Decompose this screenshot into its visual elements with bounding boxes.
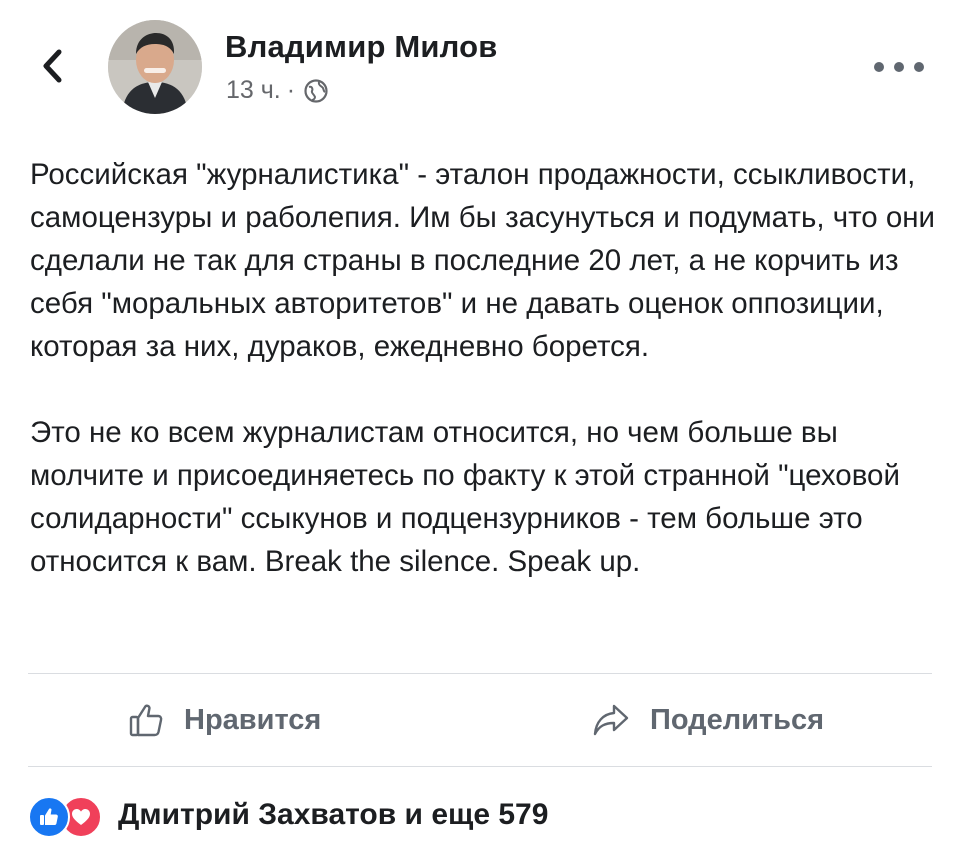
share-button[interactable]: Поделиться bbox=[592, 695, 824, 745]
chevron-left-icon bbox=[43, 49, 62, 83]
like-button[interactable]: Нравится bbox=[128, 695, 321, 745]
author-name[interactable]: Владимир Милов bbox=[225, 29, 498, 65]
more-dots-icon bbox=[874, 62, 884, 72]
post-paragraph: Это не ко всем журналистам относится, но… bbox=[30, 416, 900, 578]
back-button[interactable] bbox=[30, 44, 74, 88]
more-options-button[interactable] bbox=[874, 55, 924, 79]
divider bbox=[28, 673, 932, 674]
avatar[interactable] bbox=[108, 20, 202, 114]
like-label: Нравится bbox=[184, 703, 322, 736]
post-text: Российская "журналистика" - эталон прода… bbox=[30, 153, 940, 583]
reaction-icons bbox=[28, 794, 104, 838]
globe-icon bbox=[304, 78, 328, 103]
post-paragraph: Российская "журналистика" - эталон прода… bbox=[30, 158, 936, 363]
more-dots-icon bbox=[894, 62, 904, 72]
more-dots-icon bbox=[914, 62, 924, 72]
post-meta: 13 ч. · bbox=[226, 76, 329, 105]
like-reaction-icon bbox=[28, 796, 70, 838]
share-label: Поделиться bbox=[650, 703, 825, 736]
meta-separator: · bbox=[286, 76, 296, 104]
reactions-text: Дмитрий Захватов и еще 579 bbox=[118, 798, 549, 831]
divider bbox=[28, 766, 932, 767]
reactions-summary[interactable]: Дмитрий Захватов и еще 579 bbox=[28, 790, 548, 840]
share-arrow-icon bbox=[592, 703, 630, 737]
post-time[interactable]: 13 ч. bbox=[226, 76, 281, 105]
thumbs-up-icon bbox=[128, 702, 164, 738]
post-header: Владимир Милов 13 ч. · bbox=[0, 0, 960, 130]
